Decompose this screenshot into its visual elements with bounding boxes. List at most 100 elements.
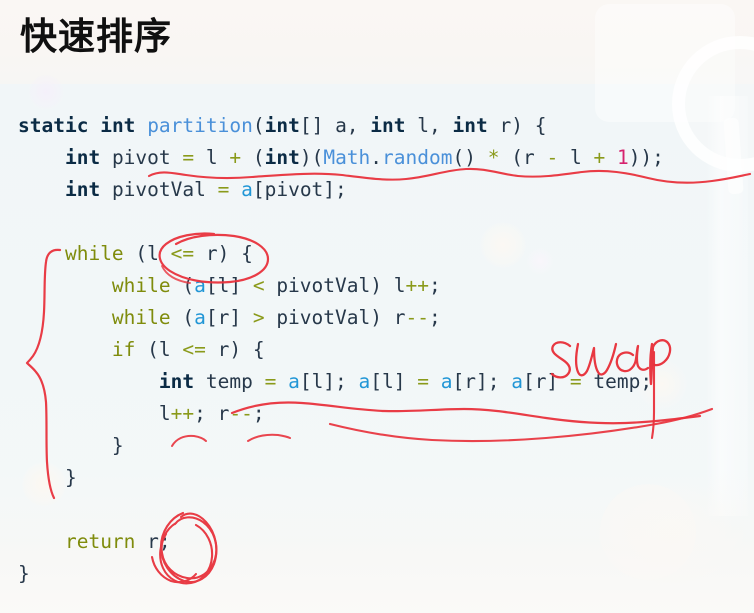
code-token: ( [170, 306, 195, 329]
code-token: l [558, 146, 594, 169]
code-token: } [111, 434, 124, 457]
code-token: partition [147, 114, 253, 137]
code-block: static int partition(int[] a, int l, int… [18, 110, 754, 590]
code-token: ( [170, 274, 195, 297]
code-token: if [111, 338, 136, 361]
code-token: r) { [487, 114, 547, 137]
code-token: ; [428, 274, 441, 297]
page-title: 快速排序 [20, 15, 172, 58]
code-token: } [64, 466, 77, 489]
code-token: Math [323, 146, 371, 169]
code-line: int temp = a[l]; a[l] = a[r]; a[r] = tem… [18, 366, 754, 398]
code-line: while (a[r] > pivotVal) r--; [18, 302, 754, 334]
code-token: <= [170, 242, 195, 265]
code-token: a [358, 370, 371, 393]
code-line: static int partition(int[] a, int l, int… [18, 110, 754, 142]
code-token: [l] [370, 370, 418, 393]
code-token: (l [123, 242, 171, 265]
code-line: while (a[l] < pivotVal) l++; [18, 270, 754, 302]
code-token: int [158, 370, 195, 393]
code-token: pivotVal) l [264, 274, 406, 297]
code-token: < [252, 274, 265, 297]
code-token: ++ [170, 402, 195, 425]
code-token: = [217, 178, 230, 201]
code-token: ; [252, 402, 265, 425]
code-token: r) { [194, 242, 253, 265]
code-line: } [18, 430, 754, 462]
code-token: )); [628, 146, 664, 169]
code-token: int [452, 114, 488, 137]
code-token: l, [405, 114, 453, 137]
code-token: temp [194, 370, 265, 393]
slide-canvas: 快速排序 static int partition(int[] a, int l… [0, 0, 754, 613]
code-token: * [487, 146, 500, 169]
code-token: temp; [581, 370, 653, 393]
code-line: } [18, 462, 754, 494]
code-token: while [111, 274, 171, 297]
code-line: l++; r--; [18, 398, 754, 430]
code-token: (l [135, 338, 183, 361]
code-token: ; r [194, 402, 230, 425]
code-token: int [264, 114, 300, 137]
code-token: random [382, 146, 453, 169]
code-token: r; [135, 530, 171, 553]
code-token: - [546, 146, 559, 169]
code-token: ; [428, 306, 441, 329]
code-token: ( [241, 146, 265, 169]
code-token: pivot [100, 146, 183, 169]
code-token: [l] [205, 274, 253, 297]
code-token: l [158, 402, 171, 425]
code-token: a [241, 178, 253, 201]
code-token: [r] [522, 370, 570, 393]
code-token: ++ [405, 274, 429, 297]
code-token: -- [229, 402, 253, 425]
code-token: + [229, 146, 242, 169]
code-token: [pivot]; [252, 178, 347, 201]
code-line: return r; [18, 526, 754, 558]
code-token: a [288, 370, 300, 393]
code-token: int [100, 114, 136, 137]
code-token: + [593, 146, 606, 169]
code-token: = [569, 370, 582, 393]
code-token: r) { [205, 338, 265, 361]
code-token: [l]; [299, 370, 359, 393]
code-line: } [18, 558, 754, 590]
code-token: while [64, 242, 124, 265]
code-token: while [111, 306, 171, 329]
code-token: = [182, 146, 195, 169]
code-token: = [417, 370, 429, 393]
code-line: if (l <= r) { [18, 334, 754, 366]
code-token: static [18, 114, 89, 137]
code-line: while (l <= r) { [18, 238, 754, 270]
code-token: -- [405, 306, 429, 329]
code-token: return [64, 530, 136, 553]
code-token: a [440, 370, 453, 393]
code-token: } [18, 562, 30, 585]
code-token: (r [499, 146, 547, 169]
code-token: [] a, [299, 114, 371, 137]
code-token: int [370, 114, 406, 137]
code-token: int [64, 146, 101, 169]
code-token: <= [182, 338, 206, 361]
code-token: )( [299, 146, 324, 169]
code-token: int [64, 178, 101, 201]
code-line: int pivot = l + (int)(Math.random() * (r… [18, 142, 754, 174]
code-token: . [370, 146, 383, 169]
code-token: a [194, 306, 206, 329]
